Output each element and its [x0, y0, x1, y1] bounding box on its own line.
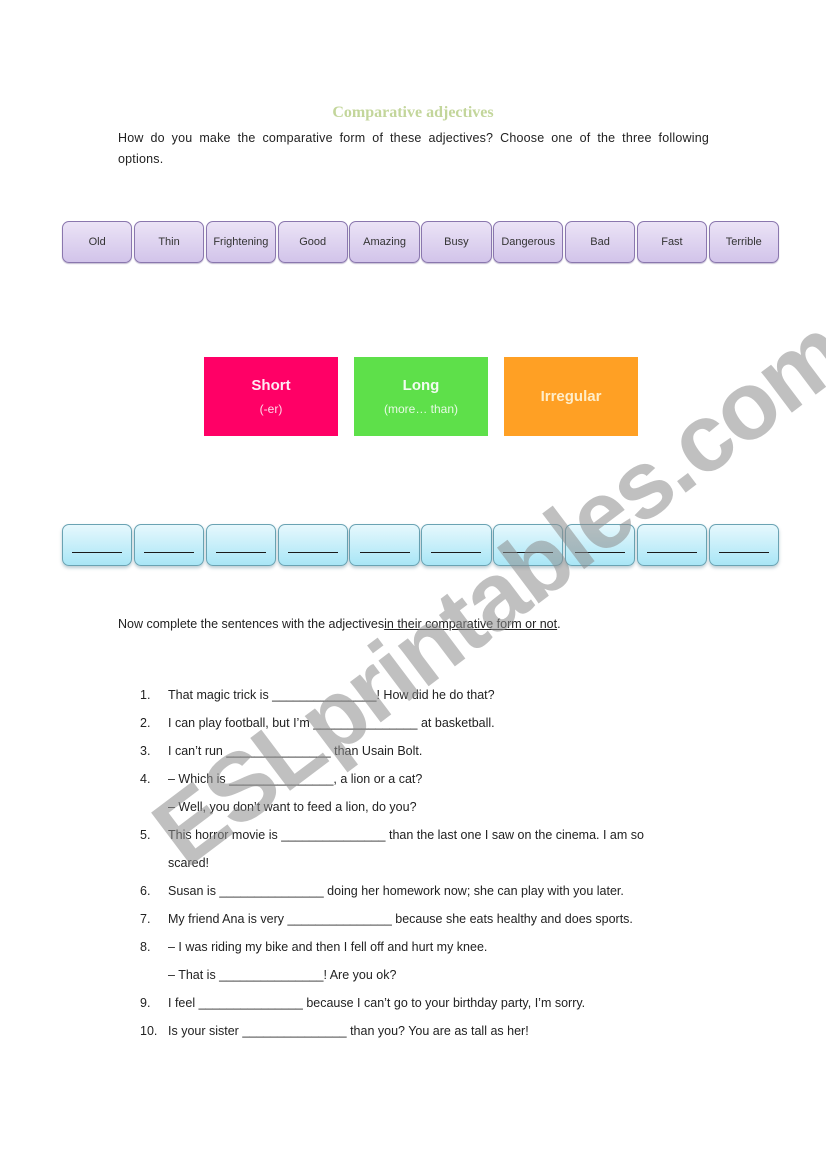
category-long-box[interactable]: Long (more… than)	[354, 357, 488, 436]
adjective-chip[interactable]: Dangerous	[493, 221, 564, 263]
list-item: 2. I can play football, but I’m _________…	[140, 714, 720, 742]
category-name: Irregular	[540, 388, 602, 405]
blank-line	[575, 552, 626, 553]
adjective-chip[interactable]: Frightening	[205, 221, 277, 263]
item-number: 7.	[140, 912, 151, 926]
category-short-box[interactable]: Short (-er)	[204, 357, 338, 436]
item-text[interactable]: I can play football, but I’m ___________…	[168, 714, 495, 732]
item-number: 6.	[140, 884, 151, 898]
answer-box[interactable]	[708, 524, 779, 566]
adjective-chip[interactable]: Bad	[564, 221, 636, 263]
list-item: 3. I can’t run _______________ than Usain…	[140, 742, 720, 770]
blank-line	[503, 552, 554, 553]
adjective-chip[interactable]: Fast	[636, 221, 708, 263]
item-text: – Well, you don’t want to feed a lion, d…	[168, 800, 417, 814]
answer-box[interactable]	[277, 524, 348, 566]
item-number: 1.	[140, 688, 151, 702]
adjective-chip[interactable]: Old	[62, 221, 133, 263]
answer-box[interactable]	[564, 524, 636, 566]
blank-line	[646, 552, 697, 553]
blank-line	[431, 552, 482, 553]
adjective-row: Old Thin Frightening Good Amazing Busy D…	[62, 221, 779, 263]
list-item: 9. I feel _______________ because I can’t…	[140, 994, 720, 1022]
instruction-text: Now complete the sentences with the adje…	[118, 617, 561, 631]
list-item: scared!	[140, 854, 720, 882]
item-text[interactable]: My friend Ana is very _______________ be…	[168, 910, 633, 928]
item-text[interactable]: That magic trick is _______________! How…	[168, 686, 495, 704]
answer-box[interactable]	[133, 524, 205, 566]
item-number: 5.	[140, 828, 151, 842]
item-number: 2.	[140, 716, 151, 730]
instruction-end: .	[557, 617, 561, 631]
answer-box[interactable]	[421, 524, 492, 566]
answer-box[interactable]	[62, 524, 133, 566]
blank-line	[718, 552, 769, 553]
answer-box[interactable]	[205, 524, 277, 566]
instruction-underlined: in their comparative form or not	[384, 617, 558, 631]
category-rule: (-er)	[259, 402, 283, 416]
category-irregular-box[interactable]: Irregular	[504, 357, 638, 436]
worksheet-title: Comparative adjectives	[332, 104, 494, 121]
item-text[interactable]: – Which is _______________, a lion or a …	[168, 770, 422, 788]
item-number: 4.	[140, 772, 151, 786]
item-number: 10.	[140, 1024, 158, 1038]
blank-line	[215, 552, 266, 553]
blank-line	[72, 552, 123, 553]
sentence-list: 1. That magic trick is _______________! H…	[140, 686, 720, 1050]
item-text: scared!	[168, 856, 209, 870]
blank-line	[359, 552, 410, 553]
item-number: 3.	[140, 744, 151, 758]
item-number: 8.	[140, 940, 151, 954]
intro-text: How do you make the comparative form of …	[118, 131, 709, 166]
list-item: 8. – I was riding my bike and then I fell…	[140, 938, 720, 966]
answer-row	[62, 524, 779, 566]
adjective-chip[interactable]: Busy	[421, 221, 492, 263]
adjective-chip[interactable]: Good	[277, 221, 348, 263]
adjective-chip[interactable]: Amazing	[349, 221, 420, 263]
blank-line	[287, 552, 338, 553]
list-item: – Well, you don’t want to feed a lion, d…	[140, 798, 720, 826]
list-item: 4. – Which is _______________, a lion or …	[140, 770, 720, 798]
list-item: – That is _______________! Are you ok?	[140, 966, 720, 994]
list-item: 5. This horror movie is _______________ t…	[140, 826, 720, 854]
item-text[interactable]: Is your sister _______________ than you?…	[168, 1022, 529, 1040]
item-text[interactable]: This horror movie is _______________ tha…	[168, 826, 644, 844]
list-item: 6. Susan is _______________ doing her hom…	[140, 882, 720, 910]
list-item: 10. Is your sister _______________ than y…	[140, 1022, 720, 1050]
category-rule: (more… than)	[383, 402, 459, 416]
category-name: Long	[402, 377, 440, 394]
item-text[interactable]: I can’t run _______________ than Usain B…	[168, 742, 422, 760]
item-number: 9.	[140, 996, 151, 1010]
list-item: 7. My friend Ana is very _______________ …	[140, 910, 720, 938]
item-text[interactable]: I feel _______________ because I can’t g…	[168, 994, 585, 1012]
list-item: 1. That magic trick is _______________! H…	[140, 686, 720, 714]
answer-box[interactable]	[349, 524, 420, 566]
instruction-main: Now complete the sentences with the adje…	[118, 617, 385, 631]
blank-line	[144, 552, 195, 553]
adjective-chip[interactable]: Thin	[133, 221, 205, 263]
answer-box[interactable]	[636, 524, 708, 566]
item-text[interactable]: – That is _______________! Are you ok?	[168, 966, 396, 984]
answer-box[interactable]	[493, 524, 564, 566]
adjective-chip[interactable]: Terrible	[708, 221, 779, 263]
item-text: – I was riding my bike and then I fell o…	[168, 940, 488, 954]
item-text[interactable]: Susan is _______________ doing her homew…	[168, 882, 624, 900]
category-name: Short	[251, 377, 291, 394]
